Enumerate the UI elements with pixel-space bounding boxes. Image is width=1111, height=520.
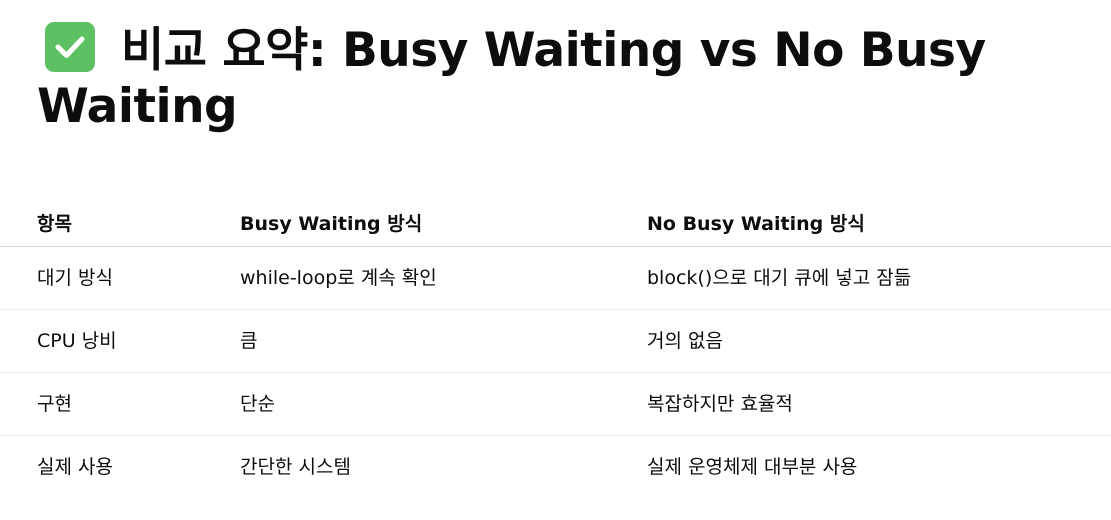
header-cell-item: 항목 (37, 213, 72, 235)
table-row: 실제 사용 간단한 시스템 실제 운영체제 대부분 사용 (0, 436, 1111, 498)
header-cell-no-busy-waiting: No Busy Waiting 방식 (647, 213, 865, 235)
table-cell: 간단한 시스템 (240, 456, 351, 478)
table-row: CPU 낭비 큼 거의 없음 (0, 310, 1111, 373)
table-cell: while-loop로 계속 확인 (240, 267, 437, 289)
table-cell: 큼 (240, 330, 258, 352)
check-mark-button-icon (45, 22, 95, 72)
table-cell: 대기 방식 (37, 267, 113, 289)
table-cell: block()으로 대기 큐에 넣고 잠듦 (647, 267, 912, 289)
comparison-table: 항목 Busy Waiting 방식 No Busy Waiting 방식 대기… (0, 194, 1111, 498)
table-cell: CPU 낭비 (37, 330, 117, 352)
table-row: 구현 단순 복잡하지만 효율적 (0, 373, 1111, 436)
table-cell: 복잡하지만 효율적 (647, 393, 793, 415)
table-row: 대기 방식 while-loop로 계속 확인 block()으로 대기 큐에 … (0, 247, 1111, 310)
page: 비교 요약: Busy Waiting vs No Busy Waiting 항… (0, 0, 1111, 520)
table-cell: 단순 (240, 393, 275, 415)
page-title: 비교 요약: Busy Waiting vs No Busy Waiting (37, 22, 1037, 135)
table-header-row: 항목 Busy Waiting 방식 No Busy Waiting 방식 (0, 194, 1111, 247)
table-cell: 구현 (37, 393, 72, 415)
table-cell: 거의 없음 (647, 330, 723, 352)
page-title-text: 비교 요약: Busy Waiting vs No Busy Waiting (37, 23, 986, 134)
table-cell: 실제 사용 (37, 456, 113, 478)
header-cell-busy-waiting: Busy Waiting 방식 (240, 213, 423, 235)
table-cell: 실제 운영체제 대부분 사용 (647, 456, 858, 478)
